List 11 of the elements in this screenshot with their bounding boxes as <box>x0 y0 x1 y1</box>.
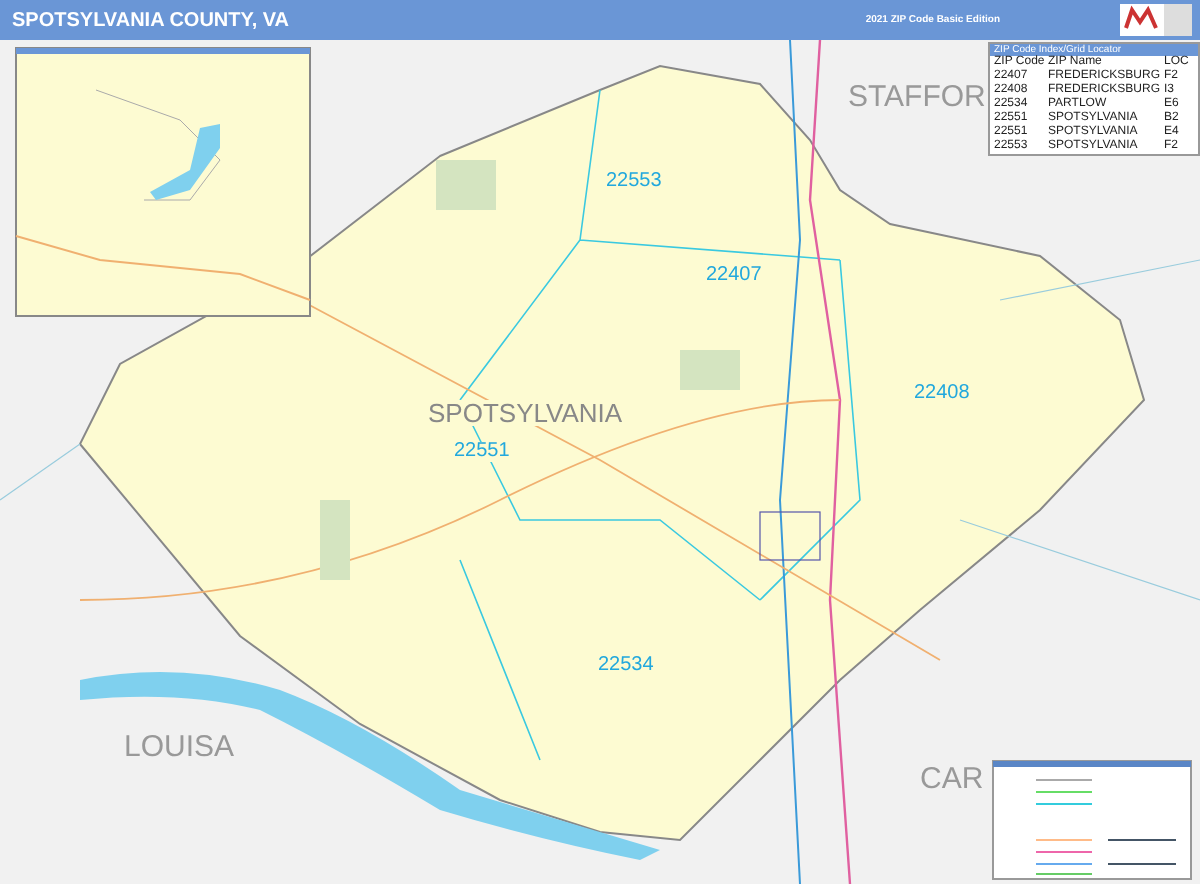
publisher-logo-icon <box>1120 4 1192 36</box>
zip-code-label: 22407 <box>704 266 764 286</box>
zip-code-label: 22534 <box>596 656 656 676</box>
zip-code-label: 22551 <box>452 442 512 462</box>
county-label: SPOTSYLVANIA <box>426 400 625 426</box>
zip-code-label: 22553 <box>604 172 664 192</box>
neighbor-county-label: CAR <box>920 764 984 794</box>
map-title: SPOTSYLVANIA COUNTY, VA <box>12 9 292 31</box>
neighbor-county-label: STAFFOR <box>848 82 986 112</box>
zip-code-label: 22408 <box>912 384 972 404</box>
neighbor-county-label: LOUISA <box>124 732 235 762</box>
